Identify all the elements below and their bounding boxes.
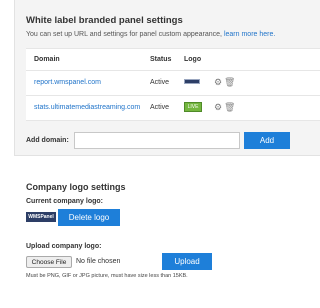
add-domain-button[interactable]: Add <box>244 132 290 149</box>
add-domain-input[interactable] <box>74 132 240 149</box>
column-logo: Logo <box>184 56 202 63</box>
domain-logo-thumbnail <box>184 79 200 84</box>
add-domain-label: Add domain: <box>26 137 69 144</box>
domains-table: Domain Status Logo report.wmspanel.com A… <box>26 48 320 121</box>
upload-logo-label: Upload company logo: <box>26 243 102 250</box>
table-header: Domain Status Logo <box>26 49 320 71</box>
current-logo-label: Current company logo: <box>26 198 104 205</box>
page: White label branded panel settings You c… <box>0 0 320 308</box>
domain-link[interactable]: report.wmspanel.com <box>34 79 101 86</box>
column-status: Status <box>150 56 172 63</box>
upload-button[interactable]: Upload <box>162 253 212 270</box>
column-domain: Domain <box>34 56 60 63</box>
company-logo-title: Company logo settings <box>26 182 126 192</box>
domain-link[interactable]: stats.ultimatemediastreaming.com <box>34 104 140 111</box>
description-text: You can set up URL and settings for pane… <box>26 31 222 38</box>
status-text: Active <box>150 79 170 86</box>
table-row: report.wmspanel.com Active ⚙ 🗑 <box>26 71 320 96</box>
status-text: Active <box>150 104 170 111</box>
learn-more-link[interactable]: learn more here. <box>224 31 275 38</box>
gear-icon[interactable]: ⚙ <box>214 102 222 112</box>
white-label-description: You can set up URL and settings for pane… <box>26 31 275 38</box>
delete-logo-button[interactable]: Delete logo <box>58 209 120 226</box>
choose-file-button[interactable]: Choose File <box>26 256 72 268</box>
domain-logo-thumbnail: LIVE <box>184 102 202 112</box>
table-row: stats.ultimatemediastreaming.com Active … <box>26 96 320 121</box>
white-label-title: White label branded panel settings <box>26 15 183 26</box>
trash-icon[interactable]: 🗑 <box>224 77 235 87</box>
gear-icon[interactable]: ⚙ <box>214 77 222 87</box>
upload-hint: Must be PNG, GIF or JPG picture, must ha… <box>26 273 188 279</box>
current-logo-image: WMSPanel <box>26 212 56 222</box>
trash-icon[interactable]: 🗑 <box>224 102 235 112</box>
no-file-text: No file chosen <box>76 258 121 265</box>
